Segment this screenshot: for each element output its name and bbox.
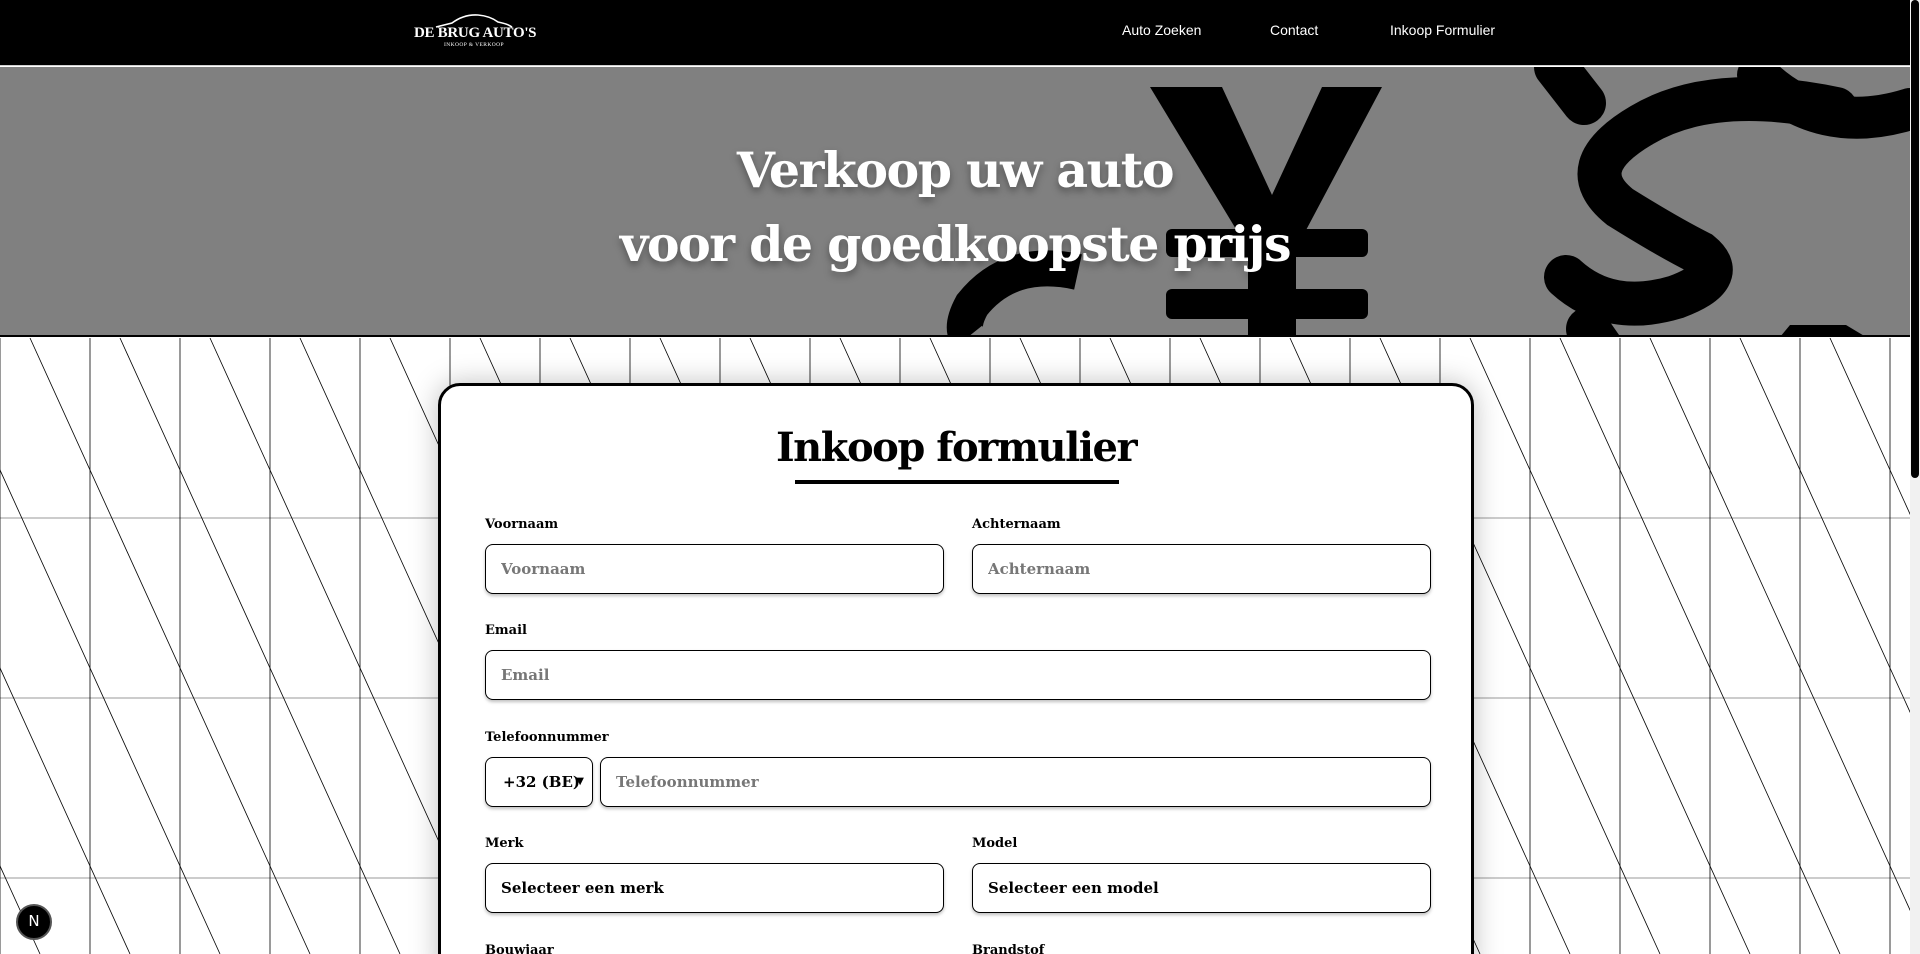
nav-link-inkoop-formulier[interactable]: Inkoop Formulier bbox=[1390, 22, 1495, 38]
telefoon-label: Telefoonnummer bbox=[485, 730, 609, 745]
model-label: Model bbox=[972, 836, 1018, 851]
achternaam-input[interactable] bbox=[972, 544, 1431, 594]
chevron-down-icon: ▼ bbox=[576, 776, 584, 787]
hero-banner: Verkoop uw auto voor de goedkoopste prij… bbox=[0, 67, 1910, 337]
hero-title: Verkoop uw auto voor de goedkoopste prij… bbox=[0, 133, 1910, 281]
hero-title-line-1: Verkoop uw auto bbox=[736, 141, 1175, 199]
partial-symbol-icon bbox=[1737, 67, 1910, 139]
bouwjaar-label: Bouwjaar bbox=[485, 943, 554, 954]
logo-subtitle: INKOOP & VERKOOP bbox=[444, 42, 504, 48]
merk-select[interactable]: Selecteer een merk bbox=[485, 863, 944, 913]
title-underline bbox=[795, 480, 1119, 484]
telefoon-input[interactable] bbox=[600, 757, 1431, 807]
top-navigation-bar: DE BRUG AUTO'S INKOOP & VERKOOP Auto Zoe… bbox=[0, 0, 1910, 66]
merk-label: Merk bbox=[485, 836, 524, 851]
logo-main-text: DE BRUG AUTO'S bbox=[414, 25, 537, 41]
model-select[interactable]: Selecteer een model bbox=[972, 863, 1431, 913]
dev-tools-badge[interactable]: N bbox=[16, 904, 52, 940]
hero-title-line-2: voor de goedkoopste prijs bbox=[619, 215, 1292, 273]
badge-letter: N bbox=[28, 912, 40, 930]
achternaam-label: Achternaam bbox=[972, 517, 1061, 532]
nav-link-contact[interactable]: Contact bbox=[1270, 22, 1318, 38]
country-code-select[interactable]: +32 (BE) ▼ bbox=[485, 757, 593, 807]
partial-corner-shape bbox=[1781, 325, 1863, 335]
email-label: Email bbox=[485, 623, 527, 638]
brand-logo[interactable]: DE BRUG AUTO'S INKOOP & VERKOOP bbox=[414, 12, 537, 52]
model-select-value: Selecteer een model bbox=[988, 879, 1159, 897]
voornaam-input[interactable] bbox=[485, 544, 944, 594]
scrollbar-thumb[interactable] bbox=[1911, 0, 1919, 478]
form-title: Inkoop formulier bbox=[775, 424, 1138, 471]
voornaam-label: Voornaam bbox=[485, 517, 559, 532]
brandstof-label: Brandstof bbox=[972, 943, 1045, 954]
purchase-form-card: Inkoop formulier Voornaam Achternaam Ema… bbox=[438, 383, 1474, 954]
merk-select-value: Selecteer een merk bbox=[501, 879, 664, 897]
country-code-value: +32 (BE) bbox=[503, 773, 580, 791]
email-input[interactable] bbox=[485, 650, 1431, 700]
nav-link-auto-zoeken[interactable]: Auto Zoeken bbox=[1122, 22, 1201, 38]
